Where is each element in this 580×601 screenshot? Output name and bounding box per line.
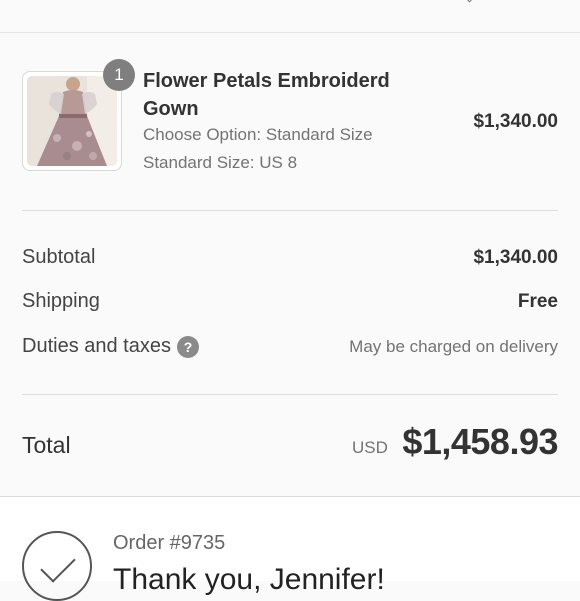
duties-row: Duties and taxes?	[22, 335, 199, 358]
checkmark-icon	[40, 547, 76, 583]
product-size: Standard Size: US 8	[143, 153, 298, 172]
order-number: Order #9735	[113, 532, 226, 554]
subtotal-label: Subtotal	[22, 246, 96, 268]
product-option: Choose Option: Standard Size	[143, 125, 373, 144]
thank-you-heading: Thank you, Jennifer!	[113, 563, 385, 596]
order-confirmation-panel: Order #9735 Thank you, Jennifer!	[0, 496, 580, 601]
product-price: $1,340.00	[473, 111, 558, 132]
divider	[22, 210, 558, 211]
shipping-label: Shipping	[22, 290, 100, 312]
total-amount: $1,458.93	[402, 421, 558, 462]
total-label: Total	[22, 432, 71, 458]
order-summary: 1 Flower Petals Embroiderd Gown Choose O…	[0, 33, 580, 495]
gown-image	[27, 76, 117, 166]
subtotal-value: $1,340.00	[473, 247, 558, 268]
duties-value: May be charged on delivery	[349, 337, 558, 356]
product-name: Flower Petals Embroiderd Gown	[143, 70, 390, 120]
quantity-badge: 1	[103, 59, 135, 91]
checkmark-circle-icon	[22, 531, 92, 601]
order-summary-toggle-bar[interactable]	[0, 0, 580, 33]
chevron-down-icon	[464, 0, 475, 3]
duties-label: Duties and taxes	[22, 335, 171, 357]
question-circle-icon[interactable]: ?	[176, 335, 199, 358]
shipping-value: Free	[517, 291, 558, 312]
currency-code: USD	[352, 438, 388, 457]
divider	[22, 394, 558, 395]
